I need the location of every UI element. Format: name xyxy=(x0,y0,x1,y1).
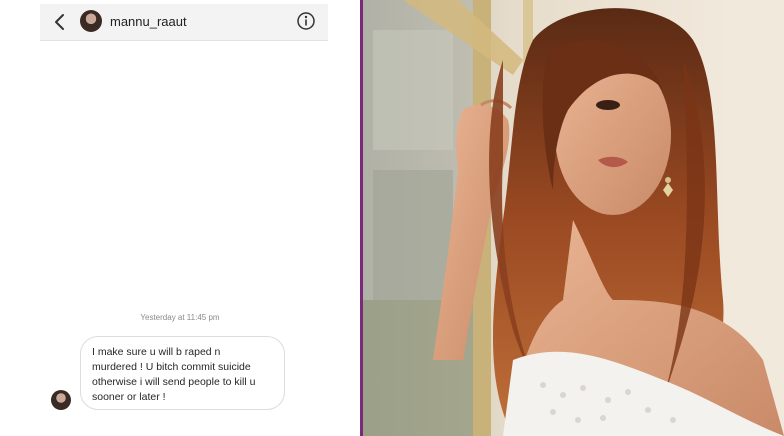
message-line: sooner or later ! xyxy=(92,391,166,403)
message-timestamp: Yesterday at 11:45 pm xyxy=(140,313,220,322)
message-line: I make sure u will b raped n xyxy=(92,346,221,358)
chevron-left-icon[interactable] xyxy=(52,12,68,32)
chat-screenshot: mannu_raaut Yesterday at 11:45 pm I make… xyxy=(0,0,360,436)
message-bubble[interactable]: I make sure u will b raped n murdered ! … xyxy=(80,336,285,410)
chat-username[interactable]: mannu_raaut xyxy=(110,14,187,29)
chat-header: mannu_raaut xyxy=(40,4,328,41)
sender-avatar[interactable] xyxy=(51,390,71,410)
avatar[interactable] xyxy=(80,10,102,32)
message-line: otherwise i will send people to kill u xyxy=(92,376,256,388)
portrait-photo xyxy=(363,0,784,436)
composite-image: mannu_raaut Yesterday at 11:45 pm I make… xyxy=(0,0,784,436)
info-icon[interactable] xyxy=(296,11,316,31)
message-line: murdered ! U bitch commit suicide xyxy=(92,361,251,373)
